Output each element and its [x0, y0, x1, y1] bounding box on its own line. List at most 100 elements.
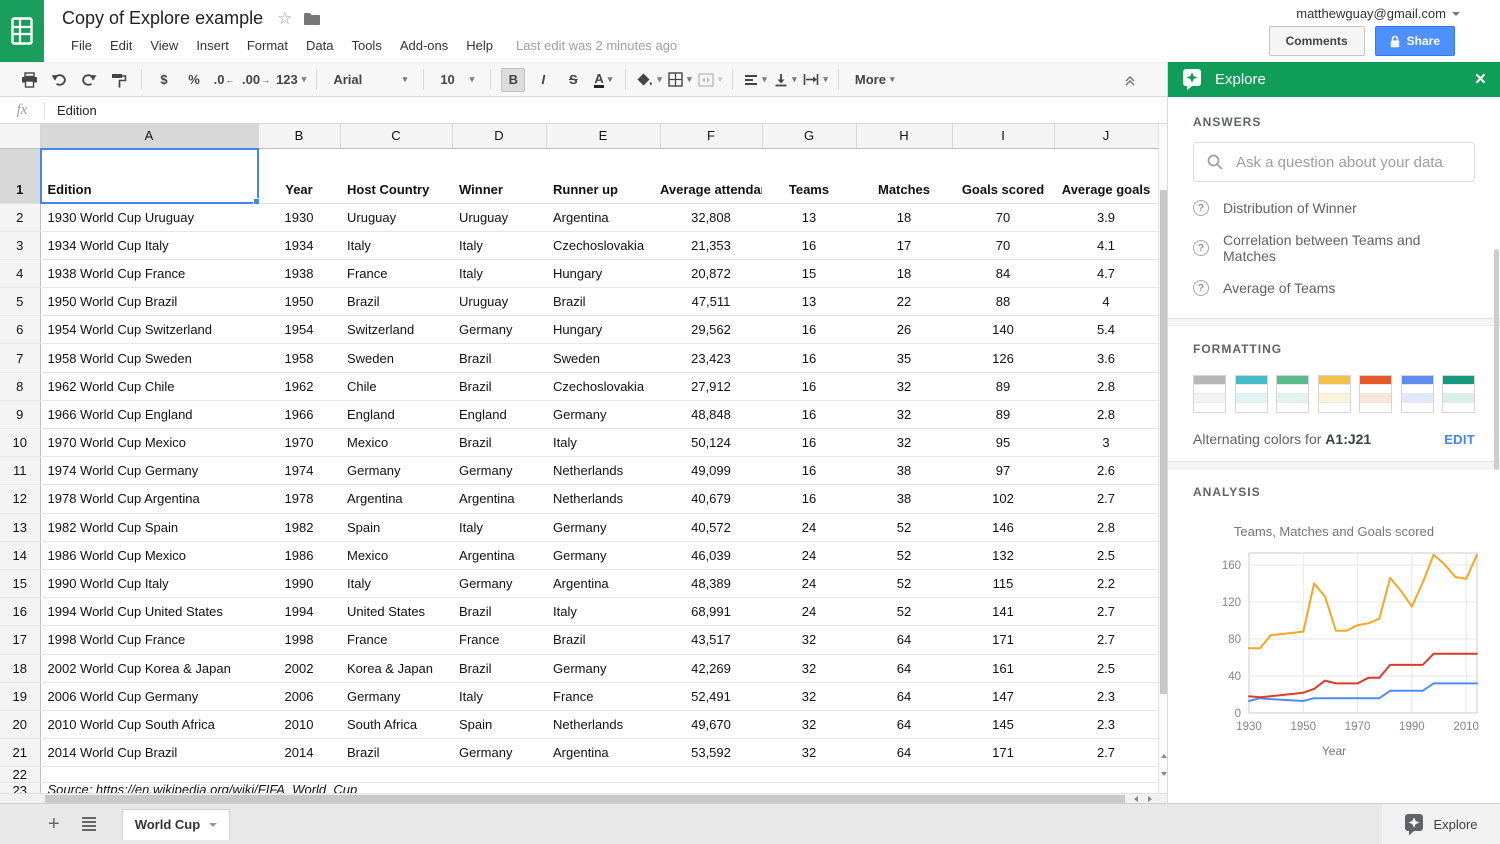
number-format-menu[interactable]: 123▾ [276, 68, 306, 92]
cell[interactable]: 171 [952, 739, 1054, 767]
cell[interactable]: Argentina [452, 485, 546, 513]
cell[interactable]: Germany [452, 316, 546, 344]
cell[interactable]: 16 [762, 400, 856, 428]
row-number-2[interactable]: 2 [0, 203, 40, 231]
row-number-20[interactable]: 20 [0, 710, 40, 738]
text-color-button[interactable]: A▾ [591, 68, 615, 92]
scroll-left-arrow[interactable] [1134, 796, 1138, 802]
add-sheet-button[interactable]: + [48, 814, 60, 834]
alternating-colors-swatch-green[interactable] [1276, 375, 1309, 413]
cell[interactable]: 22 [856, 288, 952, 316]
cell[interactable]: South Africa [340, 710, 452, 738]
row-number-14[interactable]: 14 [0, 541, 40, 569]
cell[interactable]: Argentina [340, 485, 452, 513]
cell[interactable]: Argentina [546, 569, 660, 597]
menu-help[interactable]: Help [457, 35, 502, 56]
all-sheets-button[interactable] [82, 817, 96, 831]
text-wrap-button[interactable]: ▾ [803, 68, 828, 92]
cell[interactable]: 126 [952, 344, 1054, 372]
scroll-right-arrow[interactable] [1148, 796, 1152, 802]
cell[interactable]: 16 [762, 344, 856, 372]
cell[interactable]: Spain [340, 513, 452, 541]
cell[interactable]: 32 [762, 654, 856, 682]
cell[interactable]: 16 [762, 429, 856, 457]
cell[interactable]: 16 [762, 457, 856, 485]
cell[interactable]: 132 [952, 541, 1054, 569]
row-number-7[interactable]: 7 [0, 344, 40, 372]
cell[interactable]: 24 [762, 541, 856, 569]
cell[interactable]: 2.3 [1054, 682, 1158, 710]
cell[interactable]: 2.8 [1054, 400, 1158, 428]
merge-cells-button[interactable]: ▾ [698, 68, 723, 92]
cell-header-host-country[interactable]: Host Country [340, 148, 452, 203]
cell[interactable]: 2014 World Cup Brazil [40, 739, 258, 767]
cell[interactable]: 38 [856, 457, 952, 485]
cell[interactable]: France [340, 626, 452, 654]
cell[interactable]: Spain [452, 710, 546, 738]
horizontal-scrollbar-thumb[interactable] [45, 795, 1125, 803]
column-header-J[interactable]: J [1054, 124, 1158, 148]
cell[interactable]: 1982 [258, 513, 340, 541]
cell[interactable]: 16 [762, 372, 856, 400]
cell[interactable]: Hungary [546, 316, 660, 344]
cell[interactable]: Argentina [546, 203, 660, 231]
cell[interactable]: 64 [856, 654, 952, 682]
cell[interactable]: 147 [952, 682, 1054, 710]
cell[interactable]: 89 [952, 372, 1054, 400]
row-number-15[interactable]: 15 [0, 569, 40, 597]
column-header-D[interactable]: D [452, 124, 546, 148]
cell[interactable]: Germany [340, 457, 452, 485]
cell[interactable]: Uruguay [340, 203, 452, 231]
bold-button[interactable]: B [501, 68, 525, 92]
cell[interactable]: 32 [856, 372, 952, 400]
cell-header-runner-up[interactable]: Runner up [546, 148, 660, 203]
cell[interactable]: 21,353 [660, 231, 762, 259]
cell[interactable]: 1990 [258, 569, 340, 597]
cell-header-goals-scored[interactable]: Goals scored [952, 148, 1054, 203]
row-number-21[interactable]: 21 [0, 739, 40, 767]
cell[interactable]: 64 [856, 739, 952, 767]
formula-bar-value[interactable]: Edition [45, 103, 97, 118]
cell[interactable]: Sweden [340, 344, 452, 372]
close-icon[interactable]: × [1475, 70, 1486, 89]
vertical-scrollbar[interactable] [1158, 124, 1167, 793]
font-family-select[interactable]: Arial▾ [327, 68, 413, 92]
more-button[interactable]: More▾ [849, 68, 901, 92]
sheet-tab-world-cup[interactable]: World Cup [122, 809, 230, 840]
cell[interactable]: 32 [762, 682, 856, 710]
cell[interactable]: 3.9 [1054, 203, 1158, 231]
redo-button[interactable] [77, 68, 101, 92]
cell[interactable]: 141 [952, 598, 1054, 626]
percent-format-button[interactable]: % [182, 68, 206, 92]
decrease-decimals-button[interactable]: .0← [212, 68, 236, 92]
cell[interactable]: 1994 World Cup United States [40, 598, 258, 626]
share-button[interactable]: Share [1375, 26, 1455, 56]
cell[interactable]: 24 [762, 569, 856, 597]
select-all-corner[interactable] [0, 124, 40, 148]
cell[interactable]: 18 [856, 259, 952, 287]
row-number-3[interactable]: 3 [0, 231, 40, 259]
fill-handle[interactable] [253, 198, 260, 205]
cell[interactable]: 2.2 [1054, 569, 1158, 597]
cell[interactable]: 2006 World Cup Germany [40, 682, 258, 710]
cell[interactable]: 1930 World Cup Uruguay [40, 203, 258, 231]
cell[interactable]: 89 [952, 400, 1054, 428]
cell[interactable]: 1934 [258, 231, 340, 259]
cell[interactable]: 1938 World Cup France [40, 259, 258, 287]
cell[interactable]: 23,423 [660, 344, 762, 372]
cell[interactable]: 70 [952, 203, 1054, 231]
fill-color-button[interactable]: ▾ [636, 68, 662, 92]
cell[interactable]: 1978 World Cup Argentina [40, 485, 258, 513]
cell[interactable]: Netherlands [546, 485, 660, 513]
row-number-4[interactable]: 4 [0, 259, 40, 287]
cell[interactable]: Italy [340, 231, 452, 259]
vertical-align-button[interactable]: ▾ [773, 68, 797, 92]
row-number-16[interactable]: 16 [0, 598, 40, 626]
cell[interactable]: Italy [452, 231, 546, 259]
cell[interactable]: 115 [952, 569, 1054, 597]
cell[interactable]: 1974 World Cup Germany [40, 457, 258, 485]
cell[interactable]: 2.7 [1054, 485, 1158, 513]
cell[interactable]: Hungary [546, 259, 660, 287]
cell[interactable]: 2.5 [1054, 654, 1158, 682]
cell-header-winner[interactable]: Winner [452, 148, 546, 203]
